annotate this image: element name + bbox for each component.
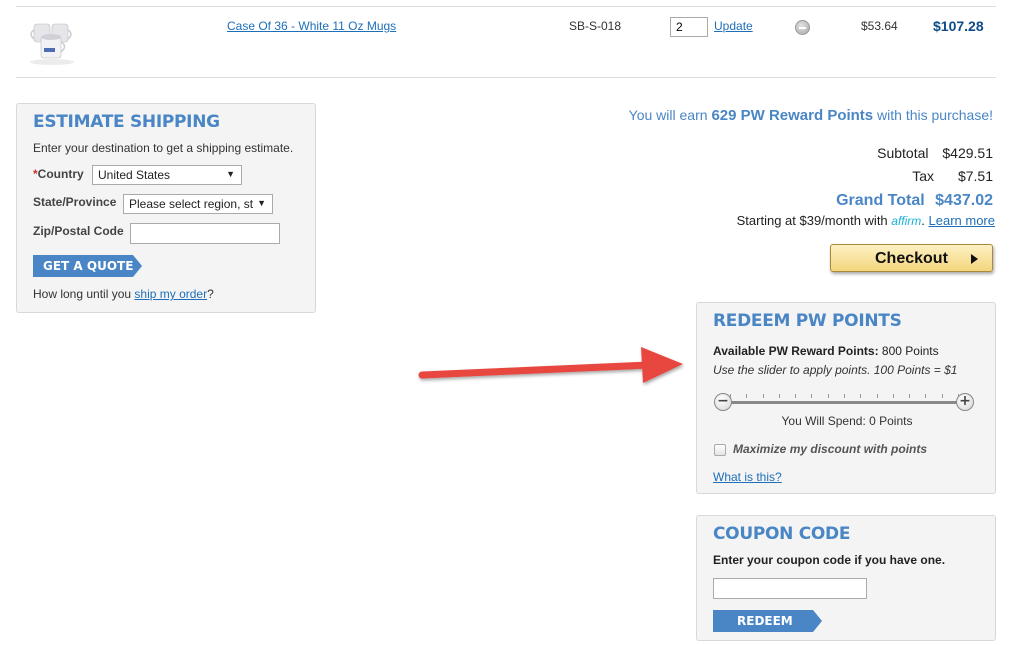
ship-my-order-link[interactable]: ship my order (134, 287, 207, 301)
annotation-arrow (418, 347, 683, 383)
earn-points: 629 PW Reward Points (711, 107, 874, 124)
affirm-prefix: Starting at $39/month with (736, 213, 892, 228)
learn-more-link[interactable]: Learn more (929, 213, 995, 228)
earn-suffix: with this purchase! (873, 107, 993, 123)
country-select[interactable]: United States ▼ (92, 165, 242, 185)
redeem-points-title: REDEEM PW POINTS (713, 311, 902, 331)
redeem-coupon-button[interactable]: REDEEM (713, 610, 822, 632)
points-to-spend: You Will Spend: 0 Points (781, 414, 913, 428)
row-divider (16, 77, 996, 78)
state-select[interactable]: Please select region, st ▼ (123, 194, 273, 214)
product-name-link[interactable]: Case Of 36 - White 11 Oz Mugs (227, 19, 396, 33)
chevron-down-icon: ▼ (254, 198, 266, 208)
subtotal-value: $429.51 (942, 145, 993, 161)
product-sku: SB-S-018 (569, 19, 622, 33)
slider-hint: Use the slider to apply points. 100 Poin… (713, 363, 958, 377)
increase-points-button[interactable]: + (956, 393, 974, 411)
get-a-quote-button[interactable]: GET A QUOTE (33, 255, 142, 277)
remove-item-icon[interactable] (795, 20, 810, 35)
subtotal-label: Subtotal (877, 145, 929, 161)
slider-tick (762, 394, 764, 398)
maximize-discount-checkbox[interactable] (714, 444, 726, 456)
ship-note-suffix: ? (207, 287, 214, 301)
slider-tick (778, 394, 780, 398)
slider-tick (909, 394, 911, 398)
coupon-code-input[interactable] (713, 578, 867, 599)
country-select-value: United States (98, 168, 171, 182)
slider-tick (941, 394, 943, 398)
play-arrow-icon (971, 254, 978, 264)
checkout-button[interactable]: Checkout (830, 244, 993, 272)
unit-price: $53.64 (861, 19, 898, 33)
subtotal-row: Subtotal $429.51 (877, 145, 993, 161)
what-is-this-link[interactable]: What is this? (713, 470, 782, 484)
available-points-value: 800 Points (878, 344, 939, 358)
zip-label: Zip/Postal Code (33, 224, 124, 238)
slider-tick (876, 394, 878, 398)
slider-tick (795, 394, 797, 398)
ship-note-prefix: How long until you (33, 287, 135, 301)
cart-item-row: Case Of 36 - White 11 Oz Mugs SB-S-018 U… (16, 6, 996, 76)
quantity-input[interactable] (670, 17, 708, 37)
state-select-value: Please select region, st (129, 197, 254, 211)
tax-label: Tax (912, 168, 935, 184)
estimate-shipping-panel: ESTIMATE SHIPPING Enter your destination… (16, 103, 316, 313)
coupon-code-title: COUPON CODE (713, 524, 851, 544)
earn-prefix: You will earn (628, 107, 712, 123)
slider-tick (860, 394, 862, 398)
maximize-discount-label[interactable]: Maximize my discount with points (733, 442, 927, 456)
estimate-shipping-title: ESTIMATE SHIPPING (33, 112, 220, 132)
product-thumbnail[interactable] (26, 18, 78, 66)
available-points-label: Available PW Reward Points: (713, 344, 879, 358)
grand-total-row: Grand Total $437.02 (836, 192, 993, 210)
ship-order-note: How long until you ship my order? (33, 287, 214, 301)
slider-tick (844, 394, 845, 398)
reward-points-earn-message: You will earn 629 PW Reward Points with … (629, 107, 993, 124)
row-total: $107.28 (933, 18, 984, 34)
chevron-down-icon: ▼ (226, 169, 235, 179)
slider-tick (827, 394, 829, 398)
redeem-points-panel: REDEEM PW POINTS Available PW Reward Poi… (696, 302, 996, 494)
estimate-shipping-description: Enter your destination to get a shipping… (33, 141, 294, 155)
state-label: State/Province (33, 195, 117, 209)
available-points: Available PW Reward Points: 800 Points (713, 344, 939, 358)
decrease-points-button[interactable]: − (714, 393, 732, 411)
coupon-code-description: Enter your coupon code if you have one. (713, 553, 946, 567)
grand-total-label: Grand Total (836, 192, 925, 209)
country-label: *Country (33, 167, 84, 181)
coupon-code-panel: COUPON CODE Enter your coupon code if yo… (696, 515, 996, 641)
slider-tick (892, 394, 894, 398)
country-label-text: Country (37, 167, 84, 181)
affirm-suffix: . (921, 213, 929, 228)
checkout-label: Checkout (875, 250, 948, 267)
slider-tick (925, 394, 927, 398)
tax-row: Tax $7.51 (912, 168, 993, 184)
tax-value: $7.51 (957, 168, 993, 184)
points-slider[interactable]: − + (714, 392, 974, 412)
update-quantity-link[interactable]: Update (714, 19, 753, 33)
slider-tick (746, 394, 748, 398)
grand-total-value: $437.02 (935, 192, 993, 209)
zip-input[interactable] (130, 223, 280, 244)
slider-track[interactable] (726, 401, 962, 404)
affirm-financing-line: Starting at $39/month with affirm. Learn… (737, 213, 995, 228)
slider-tick (811, 394, 813, 398)
affirm-logo: affirm (891, 214, 922, 228)
